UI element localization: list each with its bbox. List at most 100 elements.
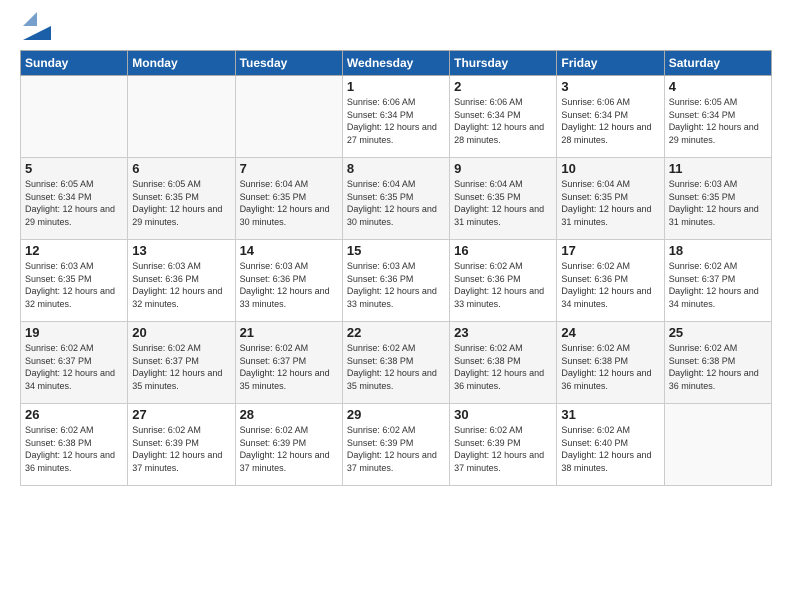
day-info: Sunrise: 6:03 AM Sunset: 6:36 PM Dayligh… xyxy=(240,260,338,310)
day-number: 30 xyxy=(454,407,552,422)
calendar-week-row: 19 Sunrise: 6:02 AM Sunset: 6:37 PM Dayli… xyxy=(21,322,772,404)
day-number: 13 xyxy=(132,243,230,258)
page: SundayMondayTuesdayWednesdayThursdayFrid… xyxy=(0,0,792,496)
calendar-week-row: 26 Sunrise: 6:02 AM Sunset: 6:38 PM Dayli… xyxy=(21,404,772,486)
calendar-day-cell: 17 Sunrise: 6:02 AM Sunset: 6:36 PM Dayli… xyxy=(557,240,664,322)
calendar-day-cell: 14 Sunrise: 6:03 AM Sunset: 6:36 PM Dayli… xyxy=(235,240,342,322)
day-info: Sunrise: 6:03 AM Sunset: 6:35 PM Dayligh… xyxy=(669,178,767,228)
day-number: 14 xyxy=(240,243,338,258)
calendar-day-header: Tuesday xyxy=(235,51,342,76)
day-info: Sunrise: 6:02 AM Sunset: 6:38 PM Dayligh… xyxy=(347,342,445,392)
calendar-day-cell: 5 Sunrise: 6:05 AM Sunset: 6:34 PM Daylig… xyxy=(21,158,128,240)
day-info: Sunrise: 6:02 AM Sunset: 6:39 PM Dayligh… xyxy=(132,424,230,474)
day-number: 17 xyxy=(561,243,659,258)
day-number: 9 xyxy=(454,161,552,176)
calendar-week-row: 5 Sunrise: 6:05 AM Sunset: 6:34 PM Daylig… xyxy=(21,158,772,240)
calendar-header-row: SundayMondayTuesdayWednesdayThursdayFrid… xyxy=(21,51,772,76)
calendar-day-cell: 22Sunrise: 6:02 AM Sunset: 6:38 PM Dayli… xyxy=(342,322,449,404)
calendar-day-cell: 23 Sunrise: 6:02 AM Sunset: 6:38 PM Dayli… xyxy=(450,322,557,404)
calendar-day-cell: 6Sunrise: 6:05 AM Sunset: 6:35 PM Daylig… xyxy=(128,158,235,240)
calendar-week-row: 1 Sunrise: 6:06 AM Sunset: 6:34 PM Daylig… xyxy=(21,76,772,158)
day-number: 19 xyxy=(25,325,123,340)
calendar-day-cell xyxy=(21,76,128,158)
calendar-day-cell: 18 Sunrise: 6:02 AM Sunset: 6:37 PM Dayli… xyxy=(664,240,771,322)
calendar-day-cell: 24 Sunrise: 6:02 AM Sunset: 6:38 PM Dayli… xyxy=(557,322,664,404)
day-info: Sunrise: 6:02 AM Sunset: 6:40 PM Dayligh… xyxy=(561,424,659,474)
header xyxy=(20,16,772,40)
day-info: Sunrise: 6:02 AM Sunset: 6:37 PM Dayligh… xyxy=(25,342,123,392)
day-info: Sunrise: 6:02 AM Sunset: 6:36 PM Dayligh… xyxy=(561,260,659,310)
day-number: 26 xyxy=(25,407,123,422)
calendar-day-cell: 8 Sunrise: 6:04 AM Sunset: 6:35 PM Daylig… xyxy=(342,158,449,240)
calendar-day-cell: 4 Sunrise: 6:05 AM Sunset: 6:34 PM Daylig… xyxy=(664,76,771,158)
day-number: 12 xyxy=(25,243,123,258)
day-number: 2 xyxy=(454,79,552,94)
day-number: 11 xyxy=(669,161,767,176)
calendar-day-cell: 13 Sunrise: 6:03 AM Sunset: 6:36 PM Dayli… xyxy=(128,240,235,322)
day-number: 1 xyxy=(347,79,445,94)
day-info: Sunrise: 6:03 AM Sunset: 6:36 PM Dayligh… xyxy=(347,260,445,310)
logo-icon xyxy=(23,12,51,40)
calendar-day-cell: 1 Sunrise: 6:06 AM Sunset: 6:34 PM Daylig… xyxy=(342,76,449,158)
day-info: Sunrise: 6:02 AM Sunset: 6:39 PM Dayligh… xyxy=(240,424,338,474)
day-info: Sunrise: 6:02 AM Sunset: 6:37 PM Dayligh… xyxy=(669,260,767,310)
day-number: 4 xyxy=(669,79,767,94)
day-number: 28 xyxy=(240,407,338,422)
calendar-day-cell: 11 Sunrise: 6:03 AM Sunset: 6:35 PM Dayli… xyxy=(664,158,771,240)
day-number: 10 xyxy=(561,161,659,176)
calendar-day-header: Friday xyxy=(557,51,664,76)
day-number: 15 xyxy=(347,243,445,258)
calendar-day-cell: 26 Sunrise: 6:02 AM Sunset: 6:38 PM Dayli… xyxy=(21,404,128,486)
day-number: 20 xyxy=(132,325,230,340)
day-info: Sunrise: 6:02 AM Sunset: 6:39 PM Dayligh… xyxy=(347,424,445,474)
calendar-day-cell xyxy=(664,404,771,486)
calendar-day-cell: 9 Sunrise: 6:04 AM Sunset: 6:35 PM Daylig… xyxy=(450,158,557,240)
day-number: 27 xyxy=(132,407,230,422)
day-number: 25 xyxy=(669,325,767,340)
calendar-week-row: 12 Sunrise: 6:03 AM Sunset: 6:35 PM Dayli… xyxy=(21,240,772,322)
day-info: Sunrise: 6:04 AM Sunset: 6:35 PM Dayligh… xyxy=(454,178,552,228)
calendar-day-cell xyxy=(235,76,342,158)
day-number: 6 xyxy=(132,161,230,176)
calendar-day-header: Saturday xyxy=(664,51,771,76)
calendar-day-cell xyxy=(128,76,235,158)
day-number: 24 xyxy=(561,325,659,340)
day-info: Sunrise: 6:05 AM Sunset: 6:34 PM Dayligh… xyxy=(669,96,767,146)
day-info: Sunrise: 6:02 AM Sunset: 6:38 PM Dayligh… xyxy=(25,424,123,474)
day-info: Sunrise: 6:03 AM Sunset: 6:35 PM Dayligh… xyxy=(25,260,123,310)
calendar-day-header: Sunday xyxy=(21,51,128,76)
day-info: Sunrise: 6:04 AM Sunset: 6:35 PM Dayligh… xyxy=(347,178,445,228)
day-number: 23 xyxy=(454,325,552,340)
day-info: Sunrise: 6:04 AM Sunset: 6:35 PM Dayligh… xyxy=(240,178,338,228)
calendar-day-cell: 16Sunrise: 6:02 AM Sunset: 6:36 PM Dayli… xyxy=(450,240,557,322)
day-info: Sunrise: 6:03 AM Sunset: 6:36 PM Dayligh… xyxy=(132,260,230,310)
day-number: 18 xyxy=(669,243,767,258)
day-number: 29 xyxy=(347,407,445,422)
day-info: Sunrise: 6:06 AM Sunset: 6:34 PM Dayligh… xyxy=(347,96,445,146)
day-info: Sunrise: 6:02 AM Sunset: 6:37 PM Dayligh… xyxy=(240,342,338,392)
calendar-day-cell: 10Sunrise: 6:04 AM Sunset: 6:35 PM Dayli… xyxy=(557,158,664,240)
day-info: Sunrise: 6:05 AM Sunset: 6:34 PM Dayligh… xyxy=(25,178,123,228)
day-number: 7 xyxy=(240,161,338,176)
calendar-day-cell: 12 Sunrise: 6:03 AM Sunset: 6:35 PM Dayli… xyxy=(21,240,128,322)
logo xyxy=(20,16,51,40)
day-info: Sunrise: 6:02 AM Sunset: 6:38 PM Dayligh… xyxy=(561,342,659,392)
day-info: Sunrise: 6:02 AM Sunset: 6:39 PM Dayligh… xyxy=(454,424,552,474)
day-info: Sunrise: 6:02 AM Sunset: 6:36 PM Dayligh… xyxy=(454,260,552,310)
day-number: 31 xyxy=(561,407,659,422)
day-number: 8 xyxy=(347,161,445,176)
calendar-day-cell: 25Sunrise: 6:02 AM Sunset: 6:38 PM Dayli… xyxy=(664,322,771,404)
calendar-day-header: Thursday xyxy=(450,51,557,76)
calendar-table: SundayMondayTuesdayWednesdayThursdayFrid… xyxy=(20,50,772,486)
calendar-day-cell: 2Sunrise: 6:06 AM Sunset: 6:34 PM Daylig… xyxy=(450,76,557,158)
calendar-day-cell: 3Sunrise: 6:06 AM Sunset: 6:34 PM Daylig… xyxy=(557,76,664,158)
calendar-day-cell: 20Sunrise: 6:02 AM Sunset: 6:37 PM Dayli… xyxy=(128,322,235,404)
calendar-day-cell: 27 Sunrise: 6:02 AM Sunset: 6:39 PM Dayli… xyxy=(128,404,235,486)
calendar-day-cell: 31 Sunrise: 6:02 AM Sunset: 6:40 PM Dayli… xyxy=(557,404,664,486)
calendar-day-cell: 19 Sunrise: 6:02 AM Sunset: 6:37 PM Dayli… xyxy=(21,322,128,404)
day-info: Sunrise: 6:06 AM Sunset: 6:34 PM Dayligh… xyxy=(561,96,659,146)
day-number: 5 xyxy=(25,161,123,176)
calendar-day-cell: 29 Sunrise: 6:02 AM Sunset: 6:39 PM Dayli… xyxy=(342,404,449,486)
day-number: 21 xyxy=(240,325,338,340)
day-info: Sunrise: 6:02 AM Sunset: 6:38 PM Dayligh… xyxy=(454,342,552,392)
